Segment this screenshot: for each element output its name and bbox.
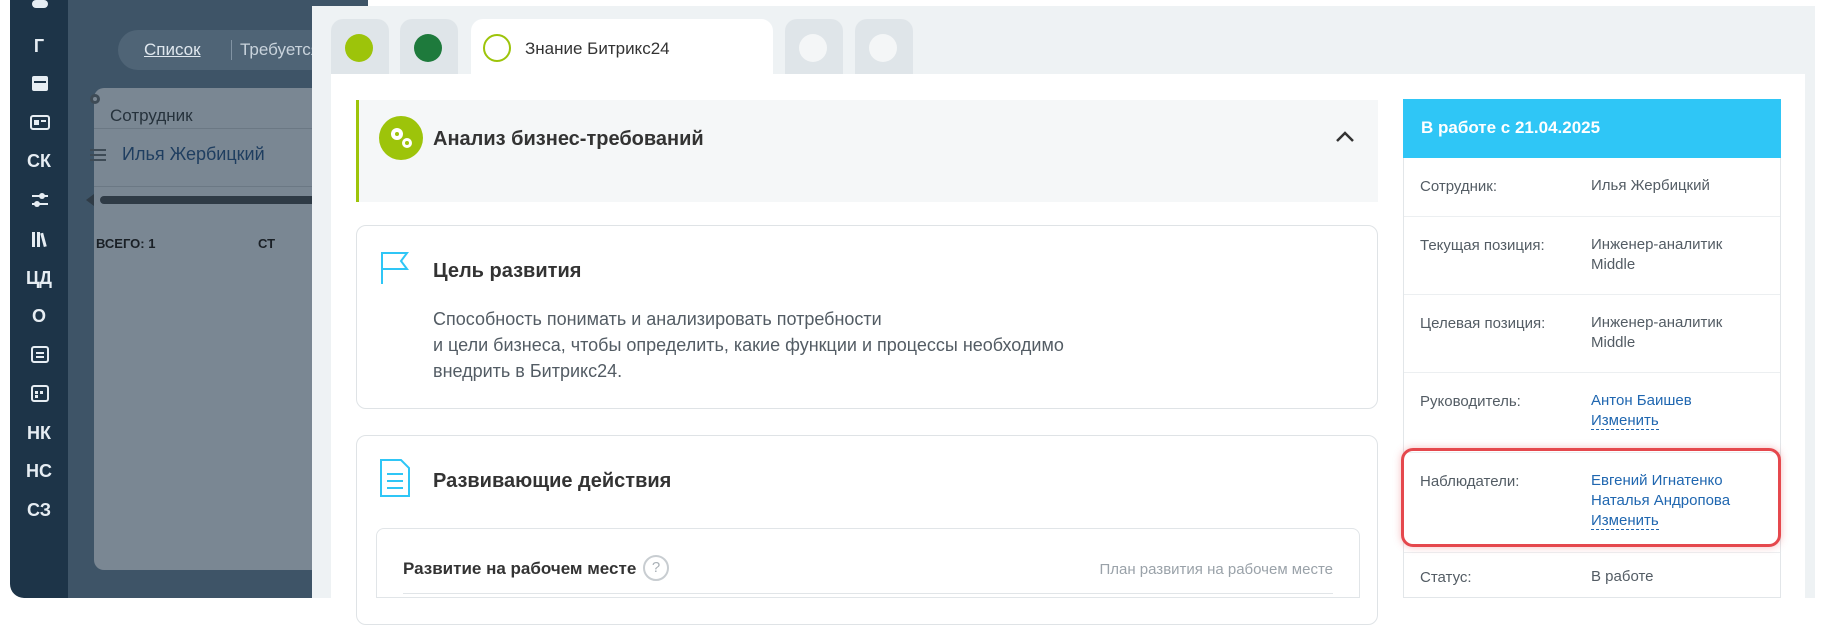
- goal-title: Цель развития: [433, 260, 582, 282]
- nav-item-sz[interactable]: СЗ: [10, 500, 68, 520]
- right-edge: [1805, 6, 1815, 598]
- id-card-icon[interactable]: [30, 112, 50, 132]
- info-value-line: Middle: [1591, 256, 1636, 273]
- status-header-text: В работе с 21.04.2025: [1421, 118, 1601, 137]
- change-manager-link[interactable]: Изменить: [1591, 412, 1659, 430]
- sliders-icon[interactable]: [30, 190, 50, 210]
- info-row-manager: Руководитель: Антон Баишев Изменить: [1404, 372, 1780, 452]
- menu-icon[interactable]: [90, 148, 106, 162]
- workplace-development-block: Развитие на рабочем месте ? План развити…: [376, 528, 1360, 598]
- grid-header-employee: Сотрудник: [110, 106, 193, 125]
- status-header: В работе с 21.04.2025: [1403, 99, 1781, 158]
- task-list-icon[interactable]: [30, 344, 50, 364]
- list-icon: [799, 34, 827, 62]
- grid-column-start: СТ: [258, 236, 276, 251]
- tab-competency-gears[interactable]: [331, 19, 389, 77]
- goal-description: Способность понимать и анализировать пот…: [433, 306, 1133, 384]
- nav-item-cd[interactable]: ЦД: [10, 268, 68, 289]
- tab-competency-puzzle[interactable]: [400, 19, 458, 77]
- view-tab-list[interactable]: Список: [144, 40, 201, 60]
- grid-total: ВСЕГО: 1: [96, 236, 156, 251]
- info-row-current-position: Текущая позиция: Инженер-аналитик Middle: [1404, 216, 1780, 294]
- competency-section-header[interactable]: Анализ бизнес-требований: [356, 100, 1378, 202]
- info-value: Инженер-аналитик Middle: [1591, 235, 1722, 275]
- scroll-left-arrow-icon[interactable]: [86, 194, 96, 206]
- puzzle-icon: [414, 34, 442, 62]
- calendar-icon[interactable]: [30, 73, 50, 93]
- manager-link[interactable]: Антон Баишев: [1591, 391, 1692, 411]
- nav-item-sk[interactable]: СК: [10, 151, 68, 172]
- gears-icon: [379, 116, 423, 160]
- tab-label: Знание Битрикс24: [525, 39, 670, 58]
- info-value: Антон Баишев Изменить: [1591, 391, 1692, 431]
- workplace-development-label: Развитие на рабочем месте: [403, 559, 637, 578]
- background-view-switcher: Список Требуется: [118, 30, 338, 70]
- divider: [231, 40, 232, 60]
- observers-highlight-frame: [1401, 448, 1781, 547]
- left-nav-sidebar: Г СК ЦД О НК НС СЗ: [10, 0, 68, 598]
- nav-item-o[interactable]: О: [10, 306, 68, 327]
- tab-bitrix-knowledge[interactable]: Знание Битрикс24: [471, 19, 773, 77]
- divider: [403, 593, 1333, 594]
- employee-link[interactable]: Илья Жербицкий: [1591, 176, 1710, 196]
- info-value: Инженер-аналитик Middle: [1591, 313, 1722, 353]
- info-value-line: Инженер-аналитик: [1591, 314, 1723, 331]
- info-key: Целевая позиция:: [1420, 315, 1546, 332]
- chevron-up-icon[interactable]: [1334, 126, 1356, 148]
- tab-book[interactable]: [855, 19, 913, 77]
- flag-icon: [381, 252, 409, 284]
- nav-item-nk[interactable]: НК: [10, 423, 68, 444]
- document-icon: [483, 34, 511, 62]
- info-key: Текущая позиция:: [1420, 237, 1545, 254]
- nav-item-ns[interactable]: НС: [10, 461, 68, 482]
- checklist-icon: [380, 459, 410, 497]
- library-icon[interactable]: [30, 229, 50, 249]
- nav-item-g[interactable]: Г: [10, 36, 68, 57]
- info-row-status: Статус: В работе: [1404, 552, 1780, 598]
- goal-text-line: и цели бизнеса, чтобы определить, какие …: [433, 335, 1064, 355]
- book-icon: [869, 34, 897, 62]
- actions-title: Развивающие действия: [433, 470, 672, 492]
- status-link[interactable]: В работе: [1591, 567, 1654, 587]
- goal-text-line: Способность понимать и анализировать пот…: [433, 309, 882, 329]
- calendar-grid-icon[interactable]: [30, 383, 50, 403]
- info-value-line: Инженер-аналитик: [1591, 236, 1723, 253]
- gear-icon: [90, 94, 100, 104]
- goal-card: Цель развития Способность понимать и ана…: [356, 225, 1378, 409]
- goal-text-line: внедрить в Битрикс24.: [433, 361, 623, 381]
- tab-list[interactable]: [785, 19, 843, 77]
- gears-icon: [345, 34, 373, 62]
- help-icon[interactable]: ?: [643, 555, 669, 581]
- info-key: Статус:: [1420, 569, 1472, 586]
- gamepad-icon[interactable]: [30, 0, 50, 16]
- info-row-target-position: Целевая позиция: Инженер-аналитик Middle: [1404, 294, 1780, 372]
- screen: Г СК ЦД О НК НС СЗ Список Требуется Сотр…: [0, 0, 1830, 625]
- view-tab-required[interactable]: Требуется: [240, 40, 320, 60]
- info-key: Сотрудник:: [1420, 178, 1498, 195]
- info-row-employee: Сотрудник: Илья Жербицкий: [1404, 158, 1780, 216]
- section-title: Анализ бизнес-требований: [433, 128, 704, 150]
- info-key: Руководитель:: [1420, 393, 1521, 410]
- info-value-line: Middle: [1591, 334, 1636, 351]
- grid-employee-link[interactable]: Илья Жербицкий: [122, 144, 265, 165]
- workplace-plan-label: План развития на рабочем месте: [1099, 561, 1333, 578]
